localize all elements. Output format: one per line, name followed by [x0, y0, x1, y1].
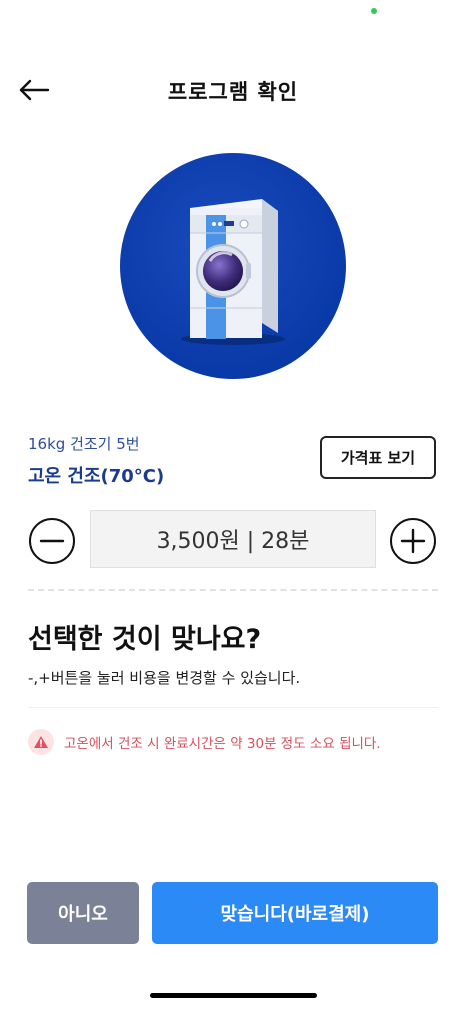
- warning-triangle-icon: [28, 729, 54, 755]
- confirm-pay-button[interactable]: 맞습니다(바로결제): [152, 882, 438, 944]
- divider: [28, 707, 438, 708]
- price-duration-display: 3,500원 | 28분: [90, 510, 376, 568]
- confirm-question: 선택한 것이 맞나요?: [28, 624, 262, 655]
- machine-info: 16kg 건조기 5번 고온 건조(70°C): [28, 433, 164, 488]
- decrease-button[interactable]: [28, 517, 76, 565]
- warning-text: 고온에서 건조 시 완료시간은 약 30분 정도 소요 됩니다.: [64, 736, 381, 752]
- page-title: 프로그램 확인: [167, 80, 299, 104]
- dashed-divider: [28, 589, 438, 591]
- plus-circle-icon: [390, 518, 436, 564]
- helper-text: -,+버튼을 눌러 비용을 변경할 수 있습니다.: [28, 669, 301, 687]
- warning-notice: 고온에서 건조 시 완료시간은 약 30분 정도 소요 됩니다.: [28, 729, 381, 755]
- program-name: 고온 건조(70°C): [28, 466, 165, 487]
- home-indicator: [150, 993, 317, 998]
- dryer-machine-illustration: [181, 199, 285, 345]
- increase-button[interactable]: [389, 517, 437, 565]
- machine-name: 16kg 건조기 5번: [28, 435, 140, 453]
- hero-circle: [120, 153, 346, 379]
- header: 프로그램 확인: [0, 66, 466, 114]
- status-indicator-dot: [371, 8, 377, 14]
- minus-circle-icon: [29, 518, 75, 564]
- no-button[interactable]: 아니오: [27, 882, 139, 944]
- price-table-button[interactable]: 가격표 보기: [320, 436, 436, 479]
